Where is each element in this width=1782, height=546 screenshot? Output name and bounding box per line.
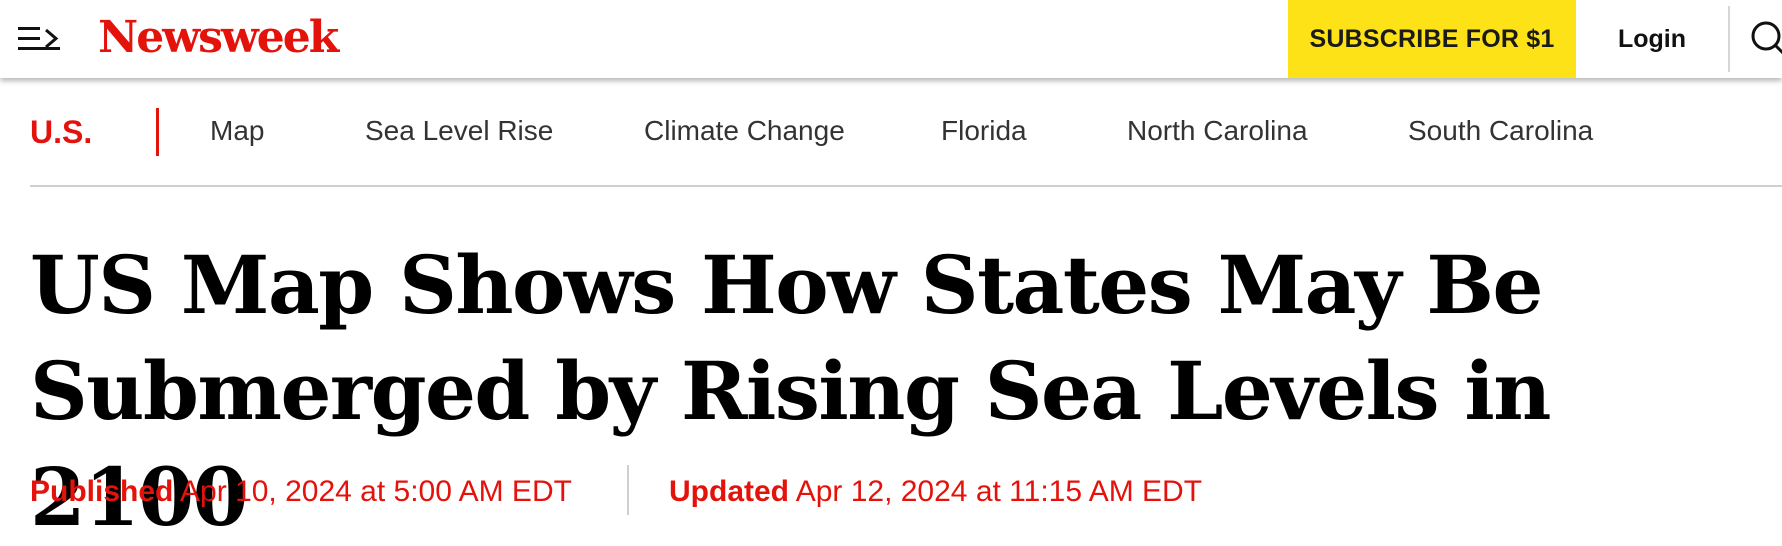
nav-item-sea-level-rise[interactable]: Sea Level Rise: [365, 115, 553, 147]
updated-label: Updated: [669, 475, 789, 508]
headline-line-1: US Map Shows How States May Be: [30, 238, 1543, 332]
article-dates: Published Apr 10, 2024 at 5:00 AM EDT Up…: [30, 465, 1430, 516]
published-label: Published: [30, 475, 174, 508]
nav-item-south-carolina[interactable]: South Carolina: [1408, 115, 1593, 147]
published-date-group: Published Apr 10, 2024 at 5:00 AM EDT: [30, 475, 572, 509]
published-date: Apr 10, 2024 at 5:00 AM EDT: [180, 475, 572, 508]
nav-item-north-carolina[interactable]: North Carolina: [1127, 115, 1308, 147]
updated-date: Apr 12, 2024 at 11:15 AM EDT: [795, 475, 1203, 508]
nav-item-florida[interactable]: Florida: [941, 115, 1027, 147]
section-separator: [156, 108, 159, 156]
section-nav-rule: [30, 185, 1782, 187]
site-header: Newsweek SUBSCRIBE FOR $1 Login: [0, 0, 1782, 78]
menu-arrow-icon: [18, 27, 60, 50]
header-divider: [1728, 6, 1730, 72]
section-nav: U.S. Map Sea Level Rise Climate Change F…: [30, 104, 1782, 160]
search-icon: [1751, 21, 1782, 55]
nav-item-map[interactable]: Map: [210, 115, 264, 147]
updated-date-group: Updated Apr 12, 2024 at 11:15 AM EDT: [669, 475, 1202, 509]
nav-item-climate-change[interactable]: Climate Change: [644, 115, 845, 147]
section-label-us[interactable]: U.S.: [30, 114, 92, 151]
newsweek-logo[interactable]: Newsweek: [98, 8, 339, 68]
search-button[interactable]: [1744, 16, 1782, 58]
login-link[interactable]: Login: [1576, 0, 1728, 78]
date-separator: [627, 465, 629, 515]
subscribe-button[interactable]: SUBSCRIBE FOR $1: [1288, 0, 1576, 78]
menu-button[interactable]: [14, 20, 64, 58]
